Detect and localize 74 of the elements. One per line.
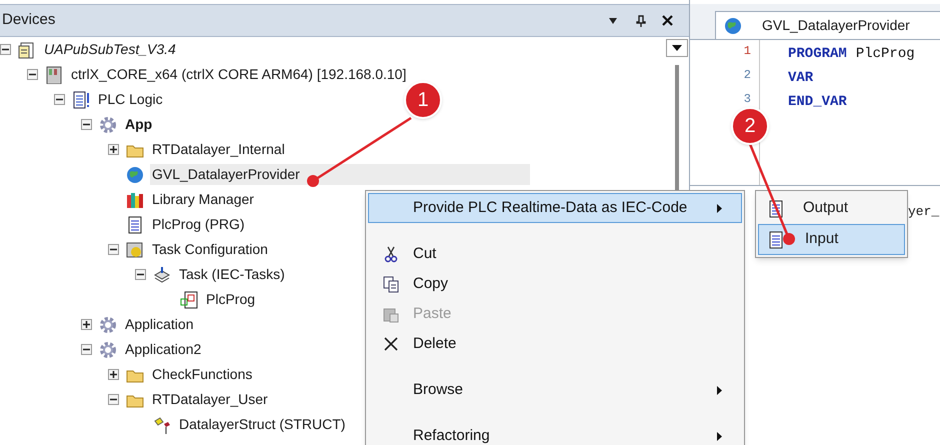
close-icon[interactable]	[662, 15, 673, 26]
document-icon	[180, 290, 198, 308]
globe-icon	[126, 166, 144, 184]
code-text: yer_	[908, 203, 940, 221]
expand-icon[interactable]	[108, 369, 119, 380]
scissors-icon	[383, 246, 399, 262]
submenu-arrow-icon	[717, 204, 723, 212]
submenu-arrow-icon	[717, 432, 723, 440]
dropdown-icon[interactable]	[608, 16, 618, 24]
tree-item[interactable]: DatalayerStruct (STRUCT)	[177, 414, 348, 435]
code-keyword: VAR	[788, 68, 814, 88]
menu-item[interactable]: Copy	[368, 269, 742, 299]
submenu-arrow-icon	[717, 386, 723, 394]
tree-item[interactable]: PlcProg	[204, 289, 258, 310]
document-icon	[72, 90, 90, 108]
collapse-icon[interactable]	[27, 69, 38, 80]
tree-item[interactable]: GVL_DatalayerProvider	[150, 164, 530, 185]
document-icon	[18, 40, 36, 58]
line-number: 2	[744, 67, 751, 84]
struct-icon	[153, 416, 171, 434]
expand-icon[interactable]	[108, 144, 119, 155]
code-text: PlcProg	[856, 44, 915, 64]
tree-item[interactable]: Task Configuration	[150, 239, 270, 260]
menu-item[interactable]: Refactoring	[368, 421, 742, 445]
tree-item[interactable]: PLC Logic	[96, 89, 165, 110]
callout-badge: 2	[731, 107, 769, 145]
submenu-item[interactable]: Input	[758, 224, 905, 255]
tab-label: GVL_DatalayerProvider	[762, 16, 910, 35]
menu-item[interactable]: Browse	[368, 375, 742, 405]
tree-item[interactable]: RTDatalayer_Internal	[150, 139, 287, 160]
collapse-icon[interactable]	[108, 244, 119, 255]
collapse-icon[interactable]	[135, 269, 146, 280]
tree-item[interactable]: App	[123, 114, 154, 135]
copy-icon	[383, 276, 399, 292]
paste-icon	[383, 306, 399, 322]
tree-item[interactable]: Application	[123, 314, 196, 335]
books-icon	[126, 190, 144, 208]
tree-item[interactable]: UAPubSubTest_V3.4	[42, 39, 178, 60]
tree-item[interactable]: Library Manager	[150, 189, 256, 210]
editor-tab[interactable]: GVL_DatalayerProvider	[715, 11, 940, 39]
device-icon	[45, 66, 63, 84]
code-keyword: END_VAR	[788, 92, 847, 112]
expand-icon[interactable]	[81, 319, 92, 330]
menu-item[interactable]: Delete	[368, 329, 742, 359]
tree-item[interactable]: Application2	[123, 339, 204, 360]
callout-badge: 1	[404, 81, 442, 119]
collapse-icon[interactable]	[81, 119, 92, 130]
collapse-icon[interactable]	[0, 44, 11, 55]
tree-item[interactable]: Task (IEC-Tasks)	[177, 264, 287, 285]
pin-icon[interactable]	[636, 14, 646, 26]
gear-icon	[99, 340, 117, 358]
gear-icon	[99, 116, 117, 134]
panel-title: Devices	[2, 10, 56, 30]
document-icon	[767, 230, 785, 248]
tree-item[interactable]: CheckFunctions	[150, 364, 254, 385]
code-keyword: PROGRAM	[788, 44, 847, 64]
collapse-icon[interactable]	[81, 344, 92, 355]
menu-item[interactable]: Provide PLC Realtime-Data as IEC-Code	[368, 193, 742, 223]
gear-icon	[99, 316, 117, 334]
submenu-item[interactable]: Output	[758, 193, 905, 224]
dropdown-button[interactable]	[666, 39, 688, 57]
collapse-icon[interactable]	[108, 394, 119, 405]
globe-icon	[724, 16, 742, 34]
line-number: 1	[744, 43, 751, 60]
caret-icon	[672, 45, 682, 51]
tree-item[interactable]: RTDatalayer_User	[150, 389, 270, 410]
menu-item[interactable]: Cut	[368, 239, 742, 269]
stack-icon	[153, 266, 171, 284]
gear-icon	[126, 240, 144, 258]
document-icon	[126, 216, 144, 234]
line-number: 3	[744, 91, 751, 108]
delete-icon	[383, 336, 399, 352]
tree-item[interactable]: PlcProg (PRG)	[150, 214, 247, 235]
collapse-icon[interactable]	[54, 94, 65, 105]
